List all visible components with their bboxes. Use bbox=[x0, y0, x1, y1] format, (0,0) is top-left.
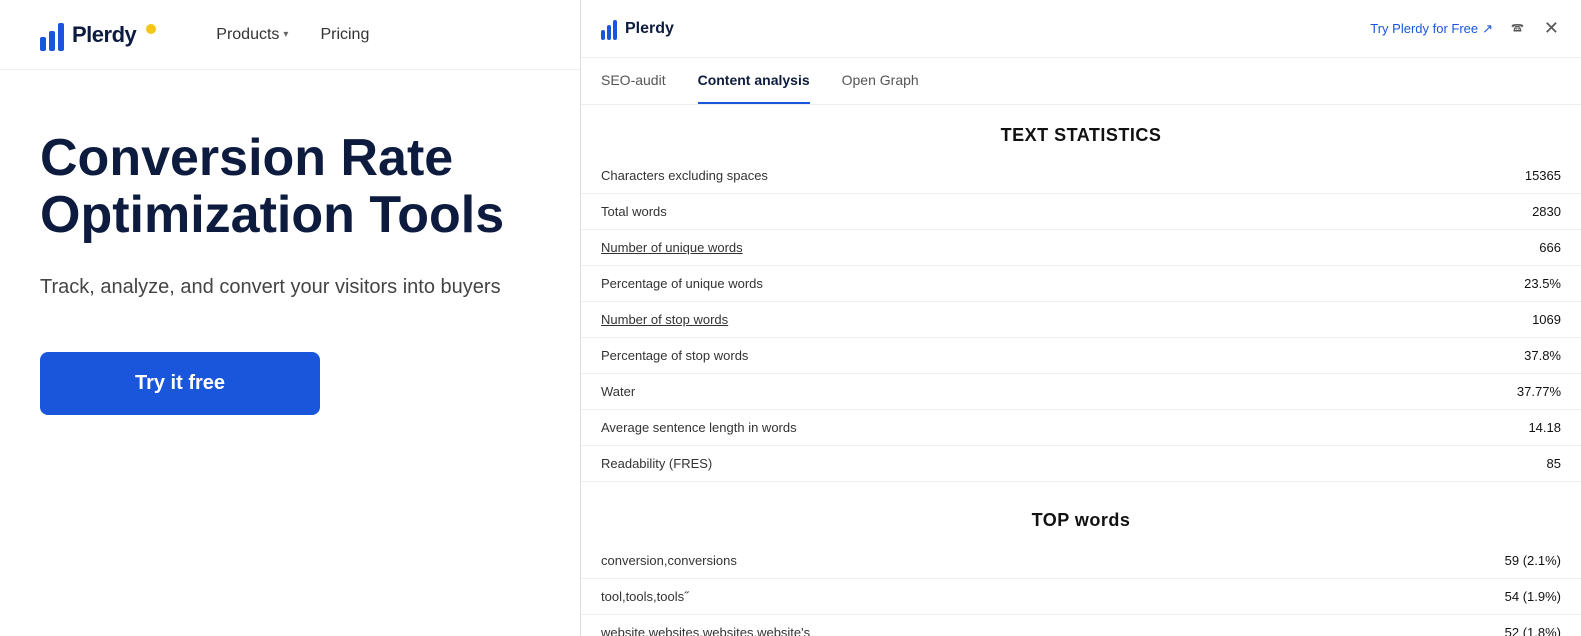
ext-tabs: SEO-audit Content analysis Open Graph bbox=[581, 58, 1581, 105]
try-free-button[interactable]: Try it free bbox=[40, 352, 320, 415]
ext-header-right: Try Plerdy for Free ↗ 🕿 ✕ bbox=[1370, 16, 1561, 41]
nav-bar: Plerdy Products ▾ Pricing bbox=[0, 0, 580, 70]
table-row: Water 37.77% bbox=[581, 374, 1581, 410]
logo-bar-1 bbox=[40, 37, 46, 51]
hero-subtitle: Track, analyze, and convert your visitor… bbox=[40, 272, 540, 302]
stat-label: Number of stop words bbox=[601, 312, 728, 327]
close-icon-button[interactable]: ✕ bbox=[1542, 16, 1561, 41]
stat-label: Water bbox=[601, 384, 635, 399]
extension-panel: Plerdy Try Plerdy for Free ↗ 🕿 ✕ SEO-aud… bbox=[580, 0, 1581, 636]
ext-bar-3 bbox=[613, 20, 617, 40]
table-row: Total words 2830 bbox=[581, 194, 1581, 230]
ext-try-link[interactable]: Try Plerdy for Free ↗ bbox=[1370, 21, 1493, 37]
top-words-title: TOP words bbox=[581, 490, 1581, 543]
word-value: 59 (2.1%) bbox=[1505, 553, 1561, 568]
stat-value: 1069 bbox=[1532, 312, 1561, 327]
top-words-table: conversion,conversions 59 (2.1%) tool,to… bbox=[581, 543, 1581, 636]
hero-title: Conversion Rate Optimization Tools bbox=[40, 130, 540, 244]
logo-icon bbox=[40, 19, 64, 51]
extension-header: Plerdy Try Plerdy for Free ↗ 🕿 ✕ bbox=[581, 0, 1581, 58]
hero-content: Conversion Rate Optimization Tools Track… bbox=[0, 70, 580, 455]
products-chevron-icon: ▾ bbox=[283, 29, 288, 40]
logo: Plerdy bbox=[40, 19, 156, 51]
word-label: conversion,conversions bbox=[601, 553, 737, 568]
table-row: Number of unique words 666 bbox=[581, 230, 1581, 266]
top-words-section: TOP words conversion,conversions 59 (2.1… bbox=[581, 490, 1581, 636]
word-value: 54 (1.9%) bbox=[1505, 589, 1561, 604]
tab-open-graph[interactable]: Open Graph bbox=[842, 58, 919, 104]
word-label: website,websites,websites,website's bbox=[601, 625, 810, 636]
stat-value: 666 bbox=[1539, 240, 1561, 255]
table-row: Average sentence length in words 14.18 bbox=[581, 410, 1581, 446]
stat-value: 14.18 bbox=[1528, 420, 1561, 435]
ext-bar-2 bbox=[607, 25, 611, 40]
nav-products[interactable]: Products ▾ bbox=[216, 26, 288, 44]
stat-value: 15365 bbox=[1525, 168, 1561, 183]
word-label: tool,tools,tools˝ bbox=[601, 589, 688, 604]
table-row: tool,tools,tools˝ 54 (1.9%) bbox=[581, 579, 1581, 615]
logo-bar-3 bbox=[58, 23, 64, 51]
ext-bar-1 bbox=[601, 30, 605, 40]
table-row: Readability (FRES) 85 bbox=[581, 446, 1581, 482]
nav-pricing[interactable]: Pricing bbox=[320, 26, 369, 44]
nav-links: Products ▾ Pricing bbox=[216, 26, 369, 44]
logo-dot bbox=[146, 24, 156, 34]
ext-logo: Plerdy bbox=[601, 18, 674, 40]
text-statistics-title: TEXT STATISTICS bbox=[581, 105, 1581, 158]
stat-label: Percentage of stop words bbox=[601, 348, 748, 363]
ext-logo-icon bbox=[601, 18, 617, 40]
tab-content-analysis[interactable]: Content analysis bbox=[698, 58, 810, 104]
stat-value: 23.5% bbox=[1524, 276, 1561, 291]
table-row: Number of stop words 1069 bbox=[581, 302, 1581, 338]
stat-label: Percentage of unique words bbox=[601, 276, 763, 291]
stats-table: Characters excluding spaces 15365 Total … bbox=[581, 158, 1581, 482]
word-value: 52 (1.8%) bbox=[1505, 625, 1561, 636]
table-row: website,websites,websites,website's 52 (… bbox=[581, 615, 1581, 636]
stat-value: 85 bbox=[1547, 456, 1561, 471]
logo-text: Plerdy bbox=[72, 22, 136, 48]
table-row: Characters excluding spaces 15365 bbox=[581, 158, 1581, 194]
table-row: Percentage of stop words 37.8% bbox=[581, 338, 1581, 374]
ext-logo-text: Plerdy bbox=[625, 20, 674, 38]
tab-seo-audit[interactable]: SEO-audit bbox=[601, 58, 666, 104]
stat-label: Readability (FRES) bbox=[601, 456, 712, 471]
stat-label: Characters excluding spaces bbox=[601, 168, 768, 183]
stat-value: 37.77% bbox=[1517, 384, 1561, 399]
stat-label: Average sentence length in words bbox=[601, 420, 797, 435]
external-link-icon: ↗ bbox=[1482, 21, 1493, 37]
text-statistics-section: TEXT STATISTICS Characters excluding spa… bbox=[581, 105, 1581, 482]
phone-icon-button[interactable]: 🕿 bbox=[1509, 16, 1526, 41]
table-row: Percentage of unique words 23.5% bbox=[581, 266, 1581, 302]
table-row: conversion,conversions 59 (2.1%) bbox=[581, 543, 1581, 579]
stat-label: Number of unique words bbox=[601, 240, 743, 255]
logo-bar-2 bbox=[49, 31, 55, 51]
stat-value: 37.8% bbox=[1524, 348, 1561, 363]
stat-label: Total words bbox=[601, 204, 667, 219]
ext-body[interactable]: TEXT STATISTICS Characters excluding spa… bbox=[581, 105, 1581, 636]
website-panel: Plerdy Products ▾ Pricing Conversion Rat… bbox=[0, 0, 580, 636]
stat-value: 2830 bbox=[1532, 204, 1561, 219]
